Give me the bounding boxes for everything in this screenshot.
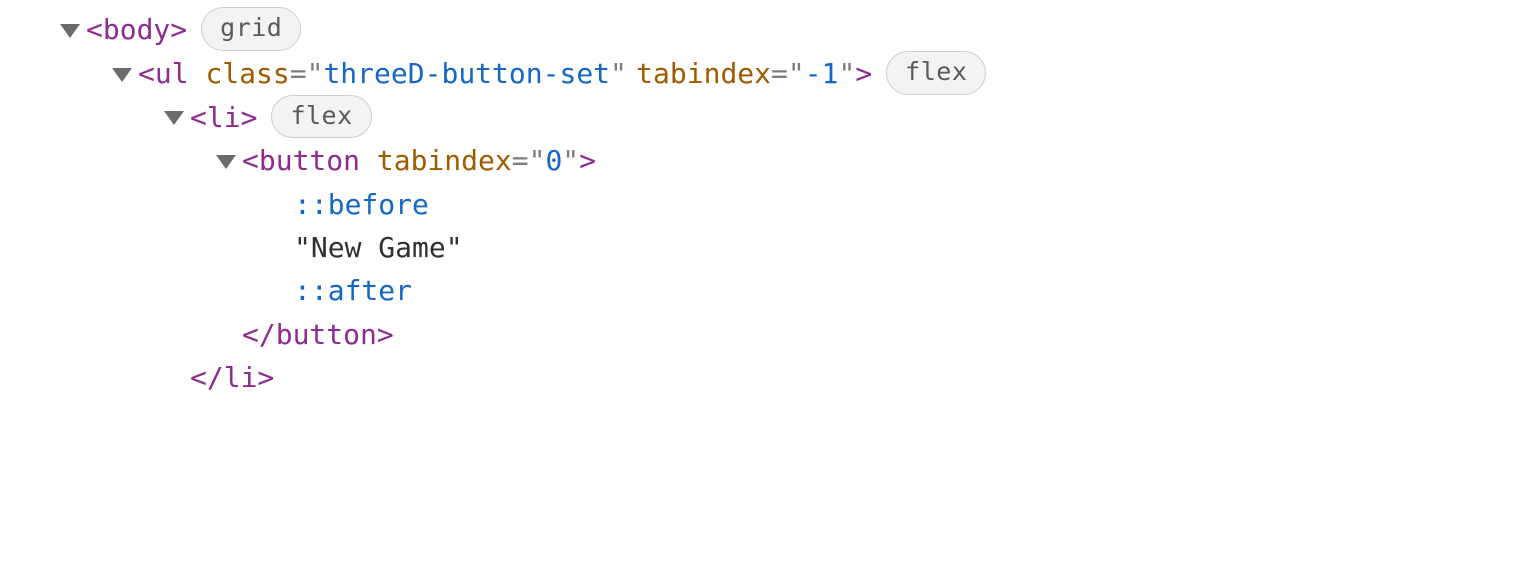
- token: ": [838, 52, 855, 95]
- token: ::before: [294, 183, 429, 226]
- token: threeD-button-set: [323, 52, 610, 95]
- token: >: [579, 139, 596, 182]
- tree-row[interactable]: ::before: [0, 183, 1526, 226]
- tree-row[interactable]: "New Game": [0, 226, 1526, 269]
- tree-row[interactable]: <body> grid: [0, 8, 1526, 52]
- token: ": [562, 139, 579, 182]
- token: ": [446, 226, 463, 269]
- expand-arrow-icon[interactable]: [164, 111, 184, 125]
- token: -1: [805, 52, 839, 95]
- layout-badge[interactable]: flex: [886, 51, 986, 95]
- token: </li>: [190, 356, 274, 399]
- token: tabindex: [377, 139, 512, 182]
- token: New Game: [311, 226, 446, 269]
- token: <li>: [190, 96, 257, 139]
- layout-badge[interactable]: flex: [271, 95, 371, 139]
- token: <body>: [86, 8, 187, 51]
- token: >: [855, 52, 872, 95]
- dom-tree: <body> grid<ul class="threeD-button-set" …: [0, 8, 1526, 400]
- expand-arrow-icon[interactable]: [112, 68, 132, 82]
- token: tabindex: [636, 52, 771, 95]
- token: class: [205, 52, 289, 95]
- token: =": [290, 52, 324, 95]
- token: =": [512, 139, 546, 182]
- token: <button: [242, 139, 377, 182]
- tree-row[interactable]: <button tabindex="0">: [0, 139, 1526, 182]
- expand-arrow-icon[interactable]: [60, 24, 80, 38]
- expand-arrow-icon[interactable]: [216, 155, 236, 169]
- tree-row[interactable]: ::after: [0, 269, 1526, 312]
- token: <ul: [138, 52, 205, 95]
- token: ": [294, 226, 311, 269]
- tree-row[interactable]: </li>: [0, 356, 1526, 399]
- token: =": [771, 52, 805, 95]
- token: 0: [545, 139, 562, 182]
- tree-row[interactable]: <li> flex: [0, 96, 1526, 140]
- token: </button>: [242, 313, 394, 356]
- tree-row[interactable]: <ul class="threeD-button-set" tabindex="…: [0, 52, 1526, 96]
- token: [627, 52, 636, 95]
- layout-badge[interactable]: grid: [201, 7, 301, 51]
- token: ": [610, 52, 627, 95]
- token: ::after: [294, 269, 412, 312]
- tree-row[interactable]: </button>: [0, 313, 1526, 356]
